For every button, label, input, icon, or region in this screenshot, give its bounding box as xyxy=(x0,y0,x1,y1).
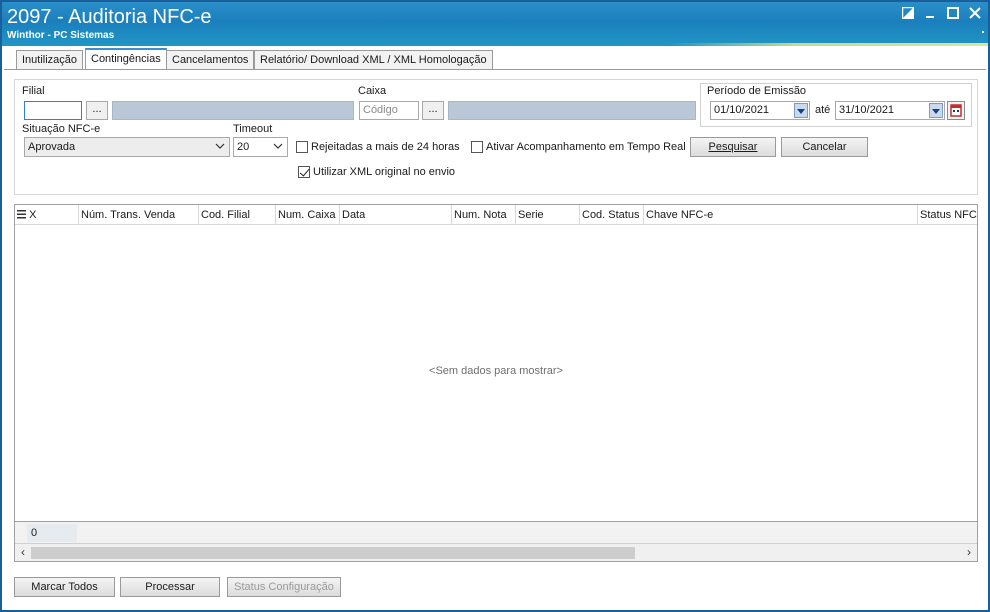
column-header-nota[interactable]: Num. Nota xyxy=(452,205,516,225)
scroll-left-icon[interactable]: ‹ xyxy=(16,545,30,561)
tab-contingencias[interactable]: Contingências xyxy=(85,48,167,70)
title-dot xyxy=(982,31,984,33)
date-end-input[interactable]: 31/10/2021 xyxy=(835,101,945,120)
column-chooser-icon[interactable] xyxy=(17,210,26,219)
situacao-value: Aprovada xyxy=(28,141,76,153)
utilizar-xml-label: Utilizar XML original no envio xyxy=(313,166,456,178)
column-header-chave[interactable]: Chave NFC-e xyxy=(644,205,918,225)
situacao-label: Situação NFC-e xyxy=(22,123,101,135)
rejeitadas-checkbox[interactable]: Rejeitadas a mais de 24 horas xyxy=(296,141,460,153)
column-header-serie[interactable]: Serie xyxy=(516,205,580,225)
checkbox-box-checked[interactable] xyxy=(298,166,310,178)
column-x-label: X xyxy=(29,209,37,221)
timeout-value: 20 xyxy=(237,141,250,153)
caixa-lookup-button[interactable]: ... xyxy=(422,101,444,120)
filial-label: Filial xyxy=(22,85,45,97)
tab-cancelamentos[interactable]: Cancelamentos xyxy=(166,50,255,70)
processar-button[interactable]: Processar xyxy=(120,577,220,597)
filial-lookup-button[interactable]: ... xyxy=(86,101,108,120)
results-grid: X Núm. Trans. Venda Cod. Filial Num. Cai… xyxy=(14,204,978,562)
grid-footer: 0 xyxy=(15,521,977,543)
checkbox-box[interactable] xyxy=(296,141,308,153)
marcar-todos-button[interactable]: Marcar Todos xyxy=(14,577,115,597)
caixa-input[interactable]: Código xyxy=(359,101,419,120)
utilizar-xml-checkbox[interactable]: Utilizar XML original no envio xyxy=(298,166,455,178)
timeout-label: Timeout xyxy=(233,123,273,135)
grid-header: X Núm. Trans. Venda Cod. Filial Num. Cai… xyxy=(15,205,977,225)
column-header-trans[interactable]: Núm. Trans. Venda xyxy=(79,205,199,225)
date-end-dropdown-icon[interactable] xyxy=(929,103,943,118)
status-configuracao-button[interactable]: Status Configuração xyxy=(227,577,341,597)
app-window: 2097 - Auditoria NFC-e Winthor - PC Sist… xyxy=(0,0,990,612)
caixa-label: Caixa xyxy=(358,85,387,97)
acompanhamento-checkbox[interactable]: Ativar Acompanhamento em Tempo Real xyxy=(471,141,686,153)
tab-relatorio[interactable]: Relatório/ Download XML / XML Homologaçã… xyxy=(254,50,493,70)
pesquisar-label: Pesquisar xyxy=(708,141,758,153)
timeout-select[interactable]: 20 xyxy=(233,137,288,157)
column-header-caixa[interactable]: Num. Caixa xyxy=(276,205,340,225)
scroll-right-icon[interactable]: › xyxy=(962,545,976,561)
caixa-description-field xyxy=(448,101,696,120)
chevron-down-icon xyxy=(214,140,226,152)
tab-divider xyxy=(4,69,986,70)
situacao-select[interactable]: Aprovada xyxy=(24,137,230,157)
column-header-filial[interactable]: Cod. Filial xyxy=(199,205,276,225)
checkbox-box[interactable] xyxy=(471,141,483,153)
column-header-status-nfce[interactable]: Status NFC-e xyxy=(918,205,977,225)
cancelar-button[interactable]: Cancelar xyxy=(781,137,868,157)
filial-input[interactable] xyxy=(24,101,82,120)
title-bar: 2097 - Auditoria NFC-e Winthor - PC Sist… xyxy=(2,2,988,46)
date-start-dropdown-icon[interactable] xyxy=(794,103,808,118)
pesquisar-button[interactable]: Pesquisar xyxy=(690,137,776,157)
horizontal-scrollbar[interactable]: ‹ › xyxy=(15,543,977,561)
date-start-value: 01/10/2021 xyxy=(714,104,770,116)
scrollbar-thumb[interactable] xyxy=(31,547,635,559)
minimize-icon[interactable] xyxy=(922,5,938,21)
date-separator: até xyxy=(815,104,831,116)
rejeitadas-label: Rejeitadas a mais de 24 horas xyxy=(311,141,460,153)
column-header-x[interactable]: X xyxy=(15,205,79,225)
chevron-down-icon xyxy=(272,140,284,152)
filial-description-field xyxy=(112,101,354,120)
cancelar-label: Cancelar xyxy=(802,141,847,153)
empty-grid-message: <Sem dados para mostrar> xyxy=(429,365,563,377)
window-subtitle: Winthor - PC Sistemas xyxy=(7,30,115,41)
close-icon[interactable] xyxy=(967,5,983,21)
maximize-icon[interactable] xyxy=(945,5,961,21)
title-accent-stripe xyxy=(668,43,988,46)
date-start-input[interactable]: 01/10/2021 xyxy=(710,101,810,120)
window-title: 2097 - Auditoria NFC-e xyxy=(7,6,212,28)
date-end-value: 31/10/2021 xyxy=(839,104,895,116)
restore-icon[interactable] xyxy=(900,5,916,21)
column-header-data[interactable]: Data xyxy=(340,205,452,225)
column-header-status[interactable]: Cod. Status xyxy=(580,205,644,225)
acompanhamento-label: Ativar Acompanhamento em Tempo Real xyxy=(486,141,686,153)
periodo-label: Período de Emissão xyxy=(707,85,807,97)
tab-inutilizacao[interactable]: Inutilização xyxy=(16,50,84,70)
calendar-icon[interactable] xyxy=(947,101,965,120)
footer-count: 0 xyxy=(27,524,77,542)
